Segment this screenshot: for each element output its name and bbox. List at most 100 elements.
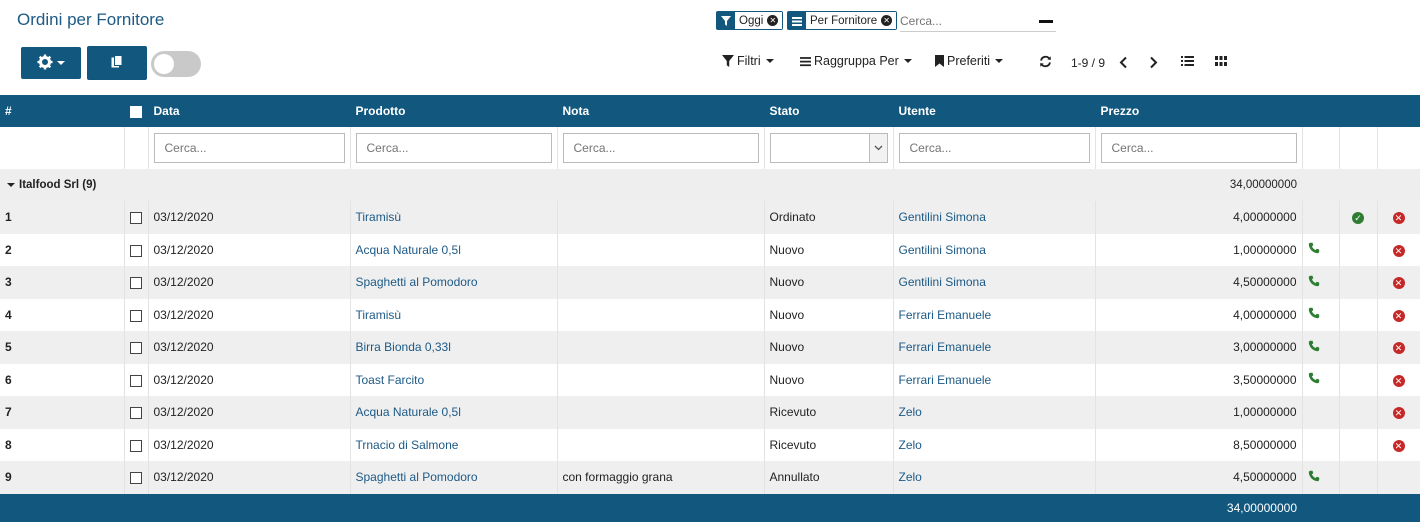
row-product[interactable]: Toast Farcito bbox=[350, 363, 558, 396]
pager-value[interactable]: 1-9 / 9 bbox=[1071, 56, 1105, 70]
row-product[interactable]: Spaghetti al Pomodoro bbox=[350, 266, 558, 299]
row-date: 03/12/2020 bbox=[148, 363, 351, 396]
row-delete-cell: ✕ bbox=[1377, 396, 1420, 429]
row-status: Ordinato bbox=[764, 201, 894, 234]
row-checkbox[interactable] bbox=[130, 309, 142, 322]
filter-price-input[interactable] bbox=[1100, 133, 1297, 163]
filter-icon bbox=[717, 12, 735, 29]
filters-dropdown[interactable]: Filtri bbox=[722, 54, 774, 68]
col-header-date[interactable]: Data bbox=[148, 95, 351, 127]
table-row[interactable]: 2 03/12/2020 Acqua Naturale 0,5l Nuovo Genti… bbox=[0, 233, 1420, 266]
row-delete-cell: ✕ bbox=[1377, 298, 1420, 331]
filter-product-input[interactable] bbox=[355, 133, 552, 163]
facet-per-fornitore[interactable]: Per Fornitore ✕ bbox=[787, 11, 898, 30]
col-header-user[interactable]: Utente bbox=[893, 95, 1096, 127]
row-user[interactable]: Ferrari Emanuele bbox=[893, 363, 1096, 396]
delete-circle-icon[interactable]: ✕ bbox=[1392, 407, 1405, 420]
phone-icon[interactable] bbox=[1308, 275, 1320, 290]
table-row[interactable]: 3 03/12/2020 Spaghetti al Pomodoro Nuovo Gen… bbox=[0, 266, 1420, 299]
row-ok-cell bbox=[1339, 363, 1378, 396]
delete-circle-icon[interactable]: ✕ bbox=[1392, 244, 1405, 257]
row-select-cell bbox=[124, 331, 149, 364]
phone-icon[interactable] bbox=[1308, 340, 1320, 355]
filter-status-select[interactable] bbox=[769, 133, 888, 163]
delete-circle-icon[interactable]: ✕ bbox=[1392, 439, 1405, 452]
row-product[interactable]: Tiramisù bbox=[350, 298, 558, 331]
row-checkbox[interactable] bbox=[130, 212, 142, 225]
row-checkbox[interactable] bbox=[130, 407, 142, 420]
row-user[interactable]: Zelo bbox=[893, 461, 1096, 494]
row-index: 4 bbox=[0, 298, 125, 331]
row-product[interactable]: Tiramisù bbox=[350, 201, 558, 234]
groupby-dropdown[interactable]: Raggruppa Per bbox=[800, 54, 912, 68]
phone-icon[interactable] bbox=[1308, 307, 1320, 322]
col-header-note[interactable]: Nota bbox=[557, 95, 765, 127]
row-note bbox=[557, 396, 765, 429]
delete-circle-icon[interactable]: ✕ bbox=[1392, 212, 1405, 225]
row-user[interactable]: Zelo bbox=[893, 396, 1096, 429]
col-header-status[interactable]: Stato bbox=[764, 95, 894, 127]
group-row-italfood[interactable]: Italfood Srl (9) 34,00000000 bbox=[0, 169, 1420, 201]
col-header-price[interactable]: Prezzo bbox=[1095, 95, 1303, 127]
row-checkbox[interactable] bbox=[130, 472, 142, 485]
row-product[interactable]: Trnacio di Salmone bbox=[350, 428, 558, 461]
row-checkbox[interactable] bbox=[130, 439, 142, 452]
search-input[interactable] bbox=[900, 11, 1056, 32]
phone-icon[interactable] bbox=[1308, 372, 1320, 387]
col-header-product[interactable]: Prodotto bbox=[350, 95, 558, 127]
row-user[interactable]: Gentilini Simona bbox=[893, 201, 1096, 234]
check-circle-icon[interactable]: ✓ bbox=[1352, 212, 1364, 225]
table-row[interactable]: 7 03/12/2020 Acqua Naturale 0,5l Ricevuto Ze… bbox=[0, 396, 1420, 429]
row-checkbox[interactable] bbox=[130, 342, 142, 355]
col-header-index[interactable]: # bbox=[0, 95, 125, 127]
row-checkbox[interactable] bbox=[130, 374, 142, 387]
table-row[interactable]: 9 03/12/2020 Spaghetti al Pomodoro con form… bbox=[0, 461, 1420, 494]
row-user[interactable]: Gentilini Simona bbox=[893, 266, 1096, 299]
select-all-checkbox[interactable] bbox=[129, 105, 142, 118]
list-view-icon[interactable] bbox=[1181, 55, 1194, 67]
toggle-switch[interactable] bbox=[151, 51, 201, 77]
row-price: 4,00000000 bbox=[1095, 201, 1303, 234]
row-ok-cell bbox=[1339, 331, 1378, 364]
actions-gear-button[interactable] bbox=[21, 47, 81, 79]
table-row[interactable]: 1 03/12/2020 Tiramisù Ordinato Gentilini Sim… bbox=[0, 201, 1420, 234]
favorites-dropdown[interactable]: Preferiti bbox=[935, 54, 1004, 68]
caret-down-icon bbox=[995, 59, 1004, 63]
row-user[interactable]: Ferrari Emanuele bbox=[893, 298, 1096, 331]
row-index: 5 bbox=[0, 331, 125, 364]
duplicate-button[interactable] bbox=[87, 46, 147, 80]
delete-circle-icon[interactable]: ✕ bbox=[1392, 342, 1405, 355]
filter-note-input[interactable] bbox=[562, 133, 759, 163]
table-row[interactable]: 4 03/12/2020 Tiramisù Nuovo Ferrari Emanuele… bbox=[0, 298, 1420, 331]
row-checkbox[interactable] bbox=[130, 277, 142, 290]
kanban-view-icon[interactable] bbox=[1215, 56, 1227, 66]
row-date: 03/12/2020 bbox=[148, 396, 351, 429]
delete-circle-icon[interactable]: ✕ bbox=[1392, 309, 1405, 322]
facet-oggi-body: Oggi ✕ bbox=[735, 12, 783, 29]
row-product[interactable]: Birra Bionda 0,33l bbox=[350, 331, 558, 364]
phone-icon[interactable] bbox=[1308, 470, 1320, 485]
row-phone-cell bbox=[1302, 233, 1340, 266]
filter-user-input[interactable] bbox=[898, 133, 1090, 163]
delete-circle-icon[interactable]: ✕ bbox=[1392, 374, 1405, 387]
table-row[interactable]: 5 03/12/2020 Birra Bionda 0,33l Nuovo Ferrar… bbox=[0, 331, 1420, 364]
remove-facet-icon[interactable]: ✕ bbox=[881, 15, 893, 26]
remove-facet-icon[interactable]: ✕ bbox=[767, 15, 779, 26]
chevron-left-icon[interactable] bbox=[1119, 56, 1128, 69]
row-product[interactable]: Spaghetti al Pomodoro bbox=[350, 461, 558, 494]
filter-date-input[interactable] bbox=[153, 133, 345, 163]
row-user[interactable]: Ferrari Emanuele bbox=[893, 331, 1096, 364]
row-user[interactable]: Gentilini Simona bbox=[893, 233, 1096, 266]
row-user[interactable]: Zelo bbox=[893, 428, 1096, 461]
refresh-icon[interactable] bbox=[1039, 55, 1052, 68]
phone-icon[interactable] bbox=[1308, 242, 1320, 257]
table-row[interactable]: 6 03/12/2020 Toast Farcito Nuovo Ferrari Ema… bbox=[0, 363, 1420, 396]
delete-circle-icon[interactable]: ✕ bbox=[1392, 277, 1405, 290]
chevron-right-icon[interactable] bbox=[1149, 56, 1158, 69]
row-product[interactable]: Acqua Naturale 0,5l bbox=[350, 233, 558, 266]
row-checkbox[interactable] bbox=[130, 244, 142, 257]
collapse-search-icon[interactable] bbox=[1039, 20, 1053, 23]
table-row[interactable]: 8 03/12/2020 Trnacio di Salmone Ricevuto Zel… bbox=[0, 428, 1420, 461]
facet-oggi[interactable]: Oggi ✕ bbox=[716, 11, 784, 30]
row-product[interactable]: Acqua Naturale 0,5l bbox=[350, 396, 558, 429]
